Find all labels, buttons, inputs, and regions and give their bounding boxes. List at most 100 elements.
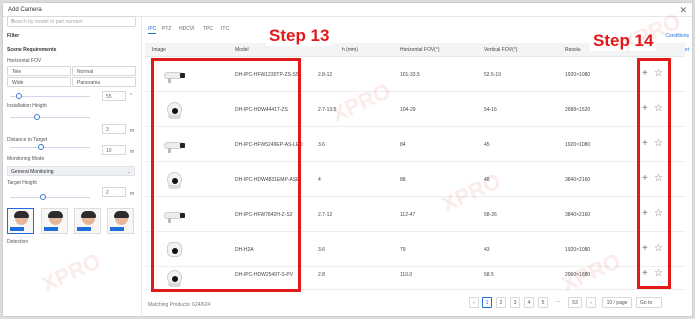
vfov-cell: 45 [484,142,490,148]
search-icon[interactable]: ⌕ [11,18,132,25]
page-last[interactable]: 53 [568,297,582,308]
step14-label: Step 14 [590,31,657,51]
fov-option-label: Panorama [77,80,101,86]
thumb-tag [77,227,91,231]
installation-height-slider-track[interactable] [10,117,90,118]
dialog-title: Add Camera [8,7,42,13]
fov-option-panorama[interactable]: Panorama [72,77,136,87]
fov-unit: ° [130,93,132,99]
goto-input[interactable]: Go to [636,297,662,308]
vfov-cell: 58.5 [484,272,494,278]
filter-label: Filter [7,33,20,39]
hfov-cell: 101-33.5 [400,72,420,78]
step14-highlight-box [637,58,671,289]
col-model: Model [235,47,249,53]
target-thumb-4[interactable] [107,208,134,234]
resolution-cell: 1920×1080 [565,247,591,253]
col-image: Image [152,47,166,53]
fov-value: 55 [106,94,112,100]
page-4[interactable]: 4 [524,297,534,308]
target-height-value: 2 [106,190,109,196]
tab-ptz[interactable]: PTZ [162,26,171,32]
fov-option-normal[interactable]: Normal [72,66,136,76]
thumb-tag [44,227,58,231]
focal-cell: 2.8-12 [318,72,333,78]
target-thumb-2[interactable] [41,208,68,234]
hfov-cell: 110.0 [400,272,413,278]
page-3[interactable]: 3 [510,297,520,308]
vfov-cell: 43 [484,247,490,253]
fov-option-tele[interactable]: Tele [7,66,71,76]
hfov-cell: 112-47 [400,212,416,218]
page-1[interactable]: 1 [482,297,492,308]
hair-image [48,211,63,218]
distance-slider-handle[interactable] [38,144,44,150]
page-2[interactable]: 2 [496,297,506,308]
tab-active-underline [148,33,156,34]
resolution-cell: 2960×1880 [565,272,591,278]
hair-image [14,211,29,218]
focal-cell: 2.7-13.5 [318,107,337,113]
col-hfov: Horizontal FOV(°) [400,47,440,53]
col-vfov: Vertical FOV(°) [484,47,518,53]
target-height-unit: m [130,191,135,197]
distance-input[interactable]: 10 [102,145,126,155]
resolution-cell: 1920×1080 [565,72,591,78]
tab-ipc[interactable]: IPC [148,26,156,32]
focal-cell: 4 [318,177,321,183]
monitoring-mode-value: General Monitoring [11,169,54,175]
tab-hdcvi[interactable]: HDCVI [179,26,195,32]
hair-image [114,211,129,218]
hair-image [81,211,96,218]
fov-value-input[interactable]: 55 [102,91,126,101]
resolution-cell: 3840×2160 [565,212,591,218]
fov-option-wide[interactable]: Wide [7,77,71,87]
installation-height-unit: m [130,128,135,134]
col-focal: h (mm) [342,47,358,53]
fov-option-label: Normal [77,69,94,75]
target-thumb-3[interactable] [74,208,101,234]
vfov-cell: 52.5-19 [484,72,501,78]
distance-slider-track[interactable] [10,147,90,148]
page-5[interactable]: 5 [538,297,548,308]
step13-highlight-box [151,58,301,292]
page-size-select[interactable]: 10 / page [602,297,632,308]
resolution-cell: 2688×1520 [565,107,591,113]
fov-slider-track[interactable] [10,96,90,97]
scene-label: Scene Requirements [7,47,57,53]
thumb-tag [110,227,124,231]
target-height-input[interactable]: 2 [102,187,126,197]
installation-height-value: 3 [106,127,109,133]
target-height-slider-track[interactable] [10,197,90,198]
fov-option-label: Tele [12,69,22,75]
tab-itc[interactable]: ITC [221,26,229,32]
tab-tpc[interactable]: TPC [203,26,213,32]
monitoring-mode-select[interactable]: General Monitoring ⌄ [7,166,135,176]
installation-height-slider-handle[interactable] [34,114,40,120]
fov-option-label: Wide [12,80,24,86]
search-input[interactable]: Search by model or part number ⌕ [7,16,136,27]
installation-height-input[interactable]: 3 [102,124,126,134]
hfov-cell: 88 [400,177,406,183]
focal-cell: 3.6 [318,142,325,148]
chevron-down-icon: ⌄ [126,169,131,175]
focal-cell: 2.8 [318,272,325,278]
close-icon[interactable]: ✕ [679,5,687,16]
filter-header: Filter Conditions [7,33,689,39]
fov-slider-handle[interactable] [16,93,22,99]
step13-label: Step 13 [266,26,333,46]
focal-cell: 3.6 [318,247,325,253]
next-page-icon[interactable]: › [586,297,596,308]
hfov-cell: 79 [400,247,406,253]
target-height-slider-handle[interactable] [40,194,46,200]
matching-products-text: Matching Products: 624/624 [148,302,211,308]
vfov-cell: 54-16 [484,107,497,113]
target-thumb-1[interactable] [7,208,34,234]
hfov-cell: 104-29 [400,107,416,113]
prev-page-icon[interactable]: ‹ [469,297,479,308]
vfov-cell: 58-26 [484,212,497,218]
hfov-cell: 84 [400,142,406,148]
dialog-titlebar: Add Camera ✕ [3,3,692,17]
target-thumbnails [7,208,137,234]
conditions-link[interactable]: Conditions [665,33,689,39]
